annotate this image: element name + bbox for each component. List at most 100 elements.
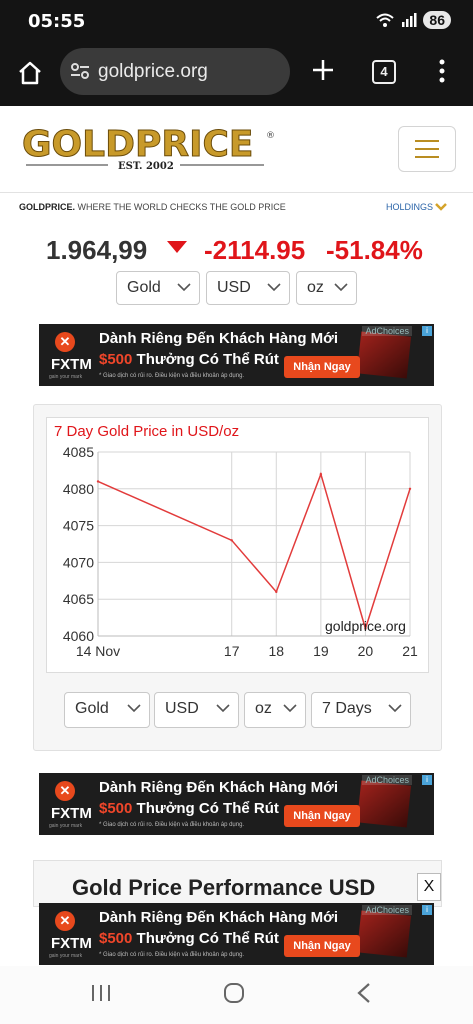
ad-gift-image (356, 910, 412, 958)
chart-period-value: 7 Days (322, 700, 372, 717)
fxtm-x-icon: ✕ (55, 781, 75, 801)
unit-select[interactable]: oz (296, 271, 357, 305)
chevron-down-icon (334, 283, 348, 292)
ad-logo: ✕ FXTM gain your mark (39, 903, 93, 965)
chart-metal-select[interactable]: Gold (64, 692, 150, 728)
url-text[interactable]: goldprice.org (98, 61, 208, 83)
ad-brand-sub: gain your mark (49, 953, 83, 959)
ad-cta-button[interactable]: Nhận Ngay (284, 356, 360, 378)
ad-brand: FXTM (51, 935, 92, 952)
svg-text:®: ® (266, 131, 275, 141)
ad-subheadline-text: Thưởng Có Thể Rút (132, 800, 279, 817)
chart-period-select[interactable]: 7 Days (311, 692, 411, 728)
ad-logo: ✕ FXTM gain your mark (39, 773, 93, 835)
url-bar[interactable]: goldprice.org (60, 48, 290, 95)
site-settings-icon[interactable] (70, 62, 90, 80)
ad-logo: ✕ FXTM gain your mark (39, 324, 93, 386)
adchoices-icon[interactable]: i (422, 326, 432, 336)
currency-select[interactable]: USD (206, 271, 290, 305)
status-bar: 05:55 86 (0, 0, 473, 44)
chart-card: 4060 4065 4070 4075 4080 4085 14 Nov 17 18 19 20 21… (33, 404, 442, 751)
chevron-down-icon (388, 704, 402, 713)
ad-cta-button[interactable]: Nhận Ngay (284, 805, 360, 827)
ad-headline: Dành Riêng Đến Khách Hàng Mới (99, 779, 339, 796)
ad-subheadline-text: Thưởng Có Thể Rút (132, 351, 279, 368)
ad-banner[interactable]: ✕ FXTM gain your mark Dành Riêng Đến Khá… (39, 773, 434, 835)
fxtm-x-icon: ✕ (55, 911, 75, 931)
more-menu-icon[interactable] (437, 58, 447, 84)
new-tab-icon[interactable] (310, 57, 336, 83)
tagline-text: WHERE THE WORLD CHECKS THE GOLD PRICE (75, 202, 286, 212)
svg-text:GOLDPRICE: GOLDPRICE (22, 124, 254, 165)
price-point (230, 539, 233, 542)
chart-title: 7 Day Gold Price in USD/oz (54, 423, 240, 440)
menu-button[interactable] (398, 126, 456, 172)
chevron-down-icon (435, 203, 447, 211)
ad-subheadline-text: Thưởng Có Thể Rút (132, 930, 279, 947)
adchoices-label[interactable]: AdChoices (362, 326, 412, 336)
y-tick-label: 4065 (63, 591, 94, 607)
chart-unit-select[interactable]: oz (244, 692, 306, 728)
fxtm-x-icon: ✕ (55, 332, 75, 352)
ad-subheadline: $500 Thưởng Có Thể Rút (99, 930, 279, 947)
price-point (319, 472, 323, 476)
hamburger-icon (415, 140, 439, 142)
chart-watermark: goldprice.org (325, 618, 406, 634)
battery-icon: 86 (423, 11, 451, 29)
price-chart: 4060 4065 4070 4075 4080 4085 14 Nov 17 18 19 20 21… (46, 417, 429, 673)
adchoices-icon[interactable]: i (422, 905, 432, 915)
holdings-label: HOLDINGS (385, 202, 433, 212)
price-point (96, 480, 100, 483)
goldprice-logo[interactable]: GOLDPRICE ® EST. 2002 (20, 124, 280, 174)
ad-subheadline: $500 Thưởng Có Thể Rút (99, 800, 279, 817)
currency-select-value: USD (217, 279, 251, 296)
site-header: GOLDPRICE ® EST. 2002 (0, 106, 473, 193)
y-tick-label: 4085 (63, 444, 94, 460)
chevron-down-icon (127, 704, 141, 713)
chevron-down-icon (267, 283, 281, 292)
chart-unit-value: oz (255, 700, 272, 717)
ad-disclaimer: * Giao dịch có rủi ro. Điều kiện và điều… (99, 822, 245, 828)
metal-select-value: Gold (127, 279, 161, 296)
x-tick-label: 18 (268, 643, 284, 659)
svg-text:EST. 2002: EST. 2002 (118, 161, 174, 172)
x-tick-label: 17 (224, 643, 240, 659)
close-ad-button[interactable]: X (417, 873, 441, 901)
back-nav-icon[interactable] (356, 982, 372, 1004)
ad-brand-sub: gain your mark (49, 823, 83, 829)
y-tick-label: 4070 (63, 554, 94, 570)
ad-cta-button[interactable]: Nhận Ngay (284, 935, 360, 957)
ad-brand-sub: gain your mark (49, 374, 83, 380)
chart-currency-select[interactable]: USD (154, 692, 239, 728)
ad-headline: Dành Riêng Đến Khách Hàng Mới (99, 909, 339, 926)
wifi-icon (376, 13, 395, 27)
recent-apps-icon[interactable] (90, 983, 112, 1003)
adchoices-label[interactable]: AdChoices (362, 775, 412, 785)
tab-switcher-button[interactable]: 4 (372, 60, 396, 84)
status-time: 05:55 (28, 11, 86, 32)
ad-subheadline: $500 Thưởng Có Thể Rút (99, 351, 279, 368)
price-change: -2114.95 (204, 235, 306, 265)
hamburger-line (415, 156, 439, 158)
x-tick-label: 14 Nov (76, 643, 120, 659)
x-tick-label: 19 (313, 643, 329, 659)
ad-gift-image (356, 780, 412, 828)
holdings-link[interactable]: HOLDINGS (386, 202, 447, 212)
ad-headline: Dành Riêng Đến Khách Hàng Mới (99, 330, 339, 347)
metal-select[interactable]: Gold (116, 271, 200, 305)
system-nav-bar (0, 966, 473, 1024)
ad-disclaimer: * Giao dịch có rủi ro. Điều kiện và điều… (99, 373, 245, 379)
signal-icon (402, 13, 417, 27)
ad-banner[interactable]: ✕ FXTM gain your mark Dành Riêng Đến Khá… (39, 324, 434, 386)
ad-banner-sticky[interactable]: ✕ FXTM gain your mark Dành Riêng Đến Khá… (39, 903, 434, 965)
adchoices-label[interactable]: AdChoices (362, 905, 412, 915)
price-point (275, 590, 278, 594)
x-tick-label: 20 (358, 643, 374, 659)
y-tick-label: 4080 (63, 481, 94, 497)
browser-toolbar: goldprice.org 4 (0, 44, 473, 106)
home-nav-icon[interactable] (222, 981, 246, 1005)
price-series-line (97, 471, 411, 632)
home-icon[interactable] (17, 60, 43, 86)
ad-brand: FXTM (51, 356, 92, 373)
adchoices-icon[interactable]: i (422, 775, 432, 785)
